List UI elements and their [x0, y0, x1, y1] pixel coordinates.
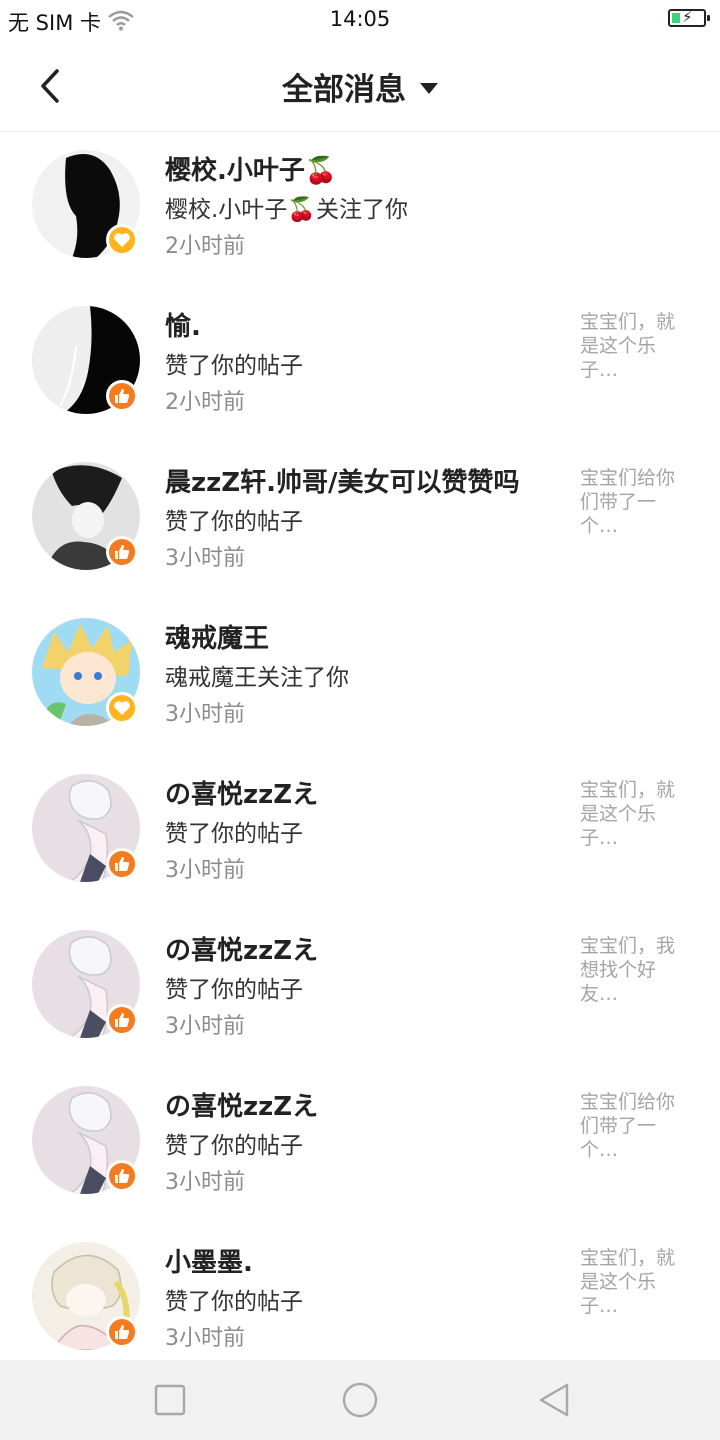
follow-badge — [106, 224, 138, 256]
message-action: 樱校.小叶子🍒关注了你 — [165, 197, 408, 223]
square-icon — [154, 1384, 186, 1416]
message-time: 3小时前 — [165, 1170, 245, 1195]
list-item[interactable]: の喜悦zzZえ 赞了你的帖子 3小时前 宝宝们，我想找个好友… — [0, 912, 720, 1068]
circle-icon — [342, 1382, 378, 1418]
sender-name: の喜悦zzZえ — [165, 1092, 319, 1122]
thumbs-up-icon — [115, 545, 130, 559]
like-badge — [106, 1004, 138, 1036]
list-item[interactable]: の喜悦zzZえ 赞了你的帖子 3小时前 宝宝们，就是这个乐子… — [0, 756, 720, 912]
caret-down-icon — [420, 82, 438, 94]
thumbs-up-icon — [115, 1013, 130, 1027]
post-preview[interactable]: 宝宝们，我想找个好友… — [580, 934, 688, 1006]
status-time: 14:05 — [329, 7, 391, 31]
post-preview[interactable]: 宝宝们，就是这个乐子… — [580, 1246, 688, 1318]
message-action: 赞了你的帖子 — [165, 353, 303, 379]
message-time: 3小时前 — [165, 1326, 245, 1351]
like-badge — [106, 536, 138, 568]
sender-name: 魂戒魔王 — [165, 624, 270, 654]
list-item[interactable]: 樱校.小叶子🍒 樱校.小叶子🍒关注了你 2小时前 — [0, 132, 720, 288]
status-bar: 无 SIM 卡 14:05 ⚡ — [0, 0, 720, 40]
list-item[interactable]: 晨zzZ轩.帅哥/美女可以赞赞吗 赞了你的帖子 3小时前 宝宝们给你们带了一个… — [0, 444, 720, 600]
sender-name: 小墨墨. — [165, 1248, 253, 1278]
thumbs-up-icon — [115, 1169, 130, 1183]
message-action: 赞了你的帖子 — [165, 509, 303, 535]
like-badge — [106, 1160, 138, 1192]
triangle-back-icon — [539, 1383, 569, 1417]
message-time: 3小时前 — [165, 1014, 245, 1039]
battery-charging-icon: ⚡ — [668, 8, 710, 27]
recents-button[interactable] — [148, 1378, 192, 1422]
message-time: 3小时前 — [165, 858, 245, 883]
message-time: 3小时前 — [165, 702, 245, 727]
like-badge — [106, 380, 138, 412]
home-button[interactable] — [338, 1378, 382, 1422]
sender-name: の喜悦zzZえ — [165, 936, 319, 966]
sender-name: 樱校.小叶子🍒 — [165, 156, 338, 186]
post-preview[interactable]: 宝宝们，就是这个乐子… — [580, 778, 688, 850]
system-back-button[interactable] — [532, 1378, 576, 1422]
message-action: 魂戒魔王关注了你 — [165, 665, 349, 691]
message-action: 赞了你的帖子 — [165, 1289, 303, 1315]
list-item[interactable]: 愉. 赞了你的帖子 2小时前 宝宝们，就是这个乐子… — [0, 288, 720, 444]
message-action: 赞了你的帖子 — [165, 821, 303, 847]
message-time: 2小时前 — [165, 390, 245, 415]
sender-name: の喜悦zzZえ — [165, 780, 319, 810]
like-badge — [106, 848, 138, 880]
message-list[interactable]: 樱校.小叶子🍒 樱校.小叶子🍒关注了你 2小时前 愉. 赞了你的帖子 2小时前 … — [0, 132, 720, 1360]
message-time: 3小时前 — [165, 546, 245, 571]
message-time: 2小时前 — [165, 234, 245, 259]
thumbs-up-icon — [115, 857, 130, 871]
system-nav-bar — [0, 1360, 720, 1440]
heart-icon — [114, 233, 130, 247]
list-item[interactable]: の喜悦zzZえ 赞了你的帖子 3小时前 宝宝们给你们带了一个… — [0, 1068, 720, 1224]
page-header: 全部消息 — [0, 40, 720, 132]
thumbs-up-icon — [115, 389, 130, 403]
page-title: 全部消息 — [282, 72, 406, 108]
like-badge — [106, 1316, 138, 1348]
message-filter-dropdown[interactable]: 全部消息 — [0, 64, 720, 109]
post-preview[interactable]: 宝宝们给你们带了一个… — [580, 1090, 688, 1162]
follow-badge — [106, 692, 138, 724]
message-action: 赞了你的帖子 — [165, 977, 303, 1003]
message-action: 赞了你的帖子 — [165, 1133, 303, 1159]
post-preview[interactable]: 宝宝们，就是这个乐子… — [580, 310, 688, 382]
list-item[interactable]: 小墨墨. 赞了你的帖子 3小时前 宝宝们，就是这个乐子… — [0, 1224, 720, 1360]
list-item[interactable]: 魂戒魔王 魂戒魔王关注了你 3小时前 — [0, 600, 720, 756]
thumbs-up-icon — [115, 1325, 130, 1339]
post-preview[interactable]: 宝宝们给你们带了一个… — [580, 466, 688, 538]
sender-name: 晨zzZ轩.帅哥/美女可以赞赞吗 — [165, 468, 520, 498]
sender-name: 愉. — [165, 312, 201, 342]
heart-icon — [114, 701, 130, 715]
